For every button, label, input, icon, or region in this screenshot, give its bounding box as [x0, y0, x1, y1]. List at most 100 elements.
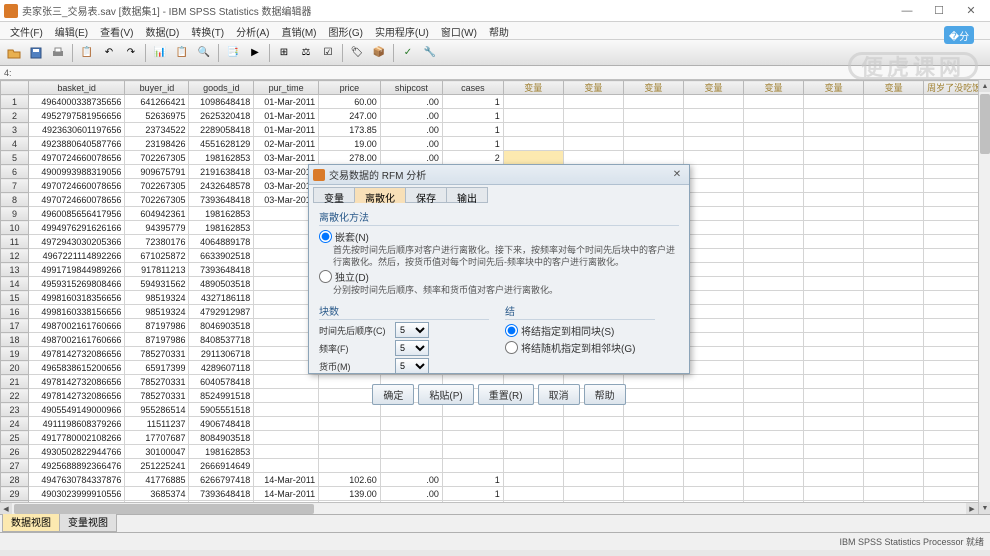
grid-cell[interactable]: 1 — [442, 137, 503, 151]
grid-cell[interactable] — [804, 417, 864, 431]
grid-cell[interactable] — [683, 277, 743, 291]
grid-cell[interactable]: 6266797418 — [189, 473, 254, 487]
row-header[interactable]: 23 — [1, 403, 29, 417]
grid-cell[interactable] — [804, 347, 864, 361]
dialog-tab[interactable]: 变量 — [313, 187, 355, 203]
row-header[interactable]: 27 — [1, 459, 29, 473]
grid-cell[interactable]: 4327186118 — [189, 291, 254, 305]
grid-cell[interactable] — [864, 95, 924, 109]
grid-cell[interactable] — [683, 319, 743, 333]
grid-cell[interactable] — [563, 151, 623, 165]
row-header[interactable]: 24 — [1, 417, 29, 431]
row-header[interactable]: 21 — [1, 375, 29, 389]
grid-cell[interactable]: 87197986 — [125, 319, 189, 333]
radio-nested[interactable] — [319, 230, 332, 243]
grid-cell[interactable] — [743, 431, 803, 445]
grid-cell[interactable]: 23734522 — [125, 123, 189, 137]
grid-cell[interactable] — [864, 179, 924, 193]
grid-cell[interactable] — [442, 445, 503, 459]
grid-cell[interactable]: 52636975 — [125, 109, 189, 123]
grid-cell[interactable]: 19.00 — [319, 137, 381, 151]
grid-cell[interactable] — [743, 221, 803, 235]
grid-cell[interactable]: 98519324 — [125, 305, 189, 319]
tab-data-view[interactable]: 数据视图 — [2, 511, 60, 532]
grid-cell[interactable] — [563, 431, 623, 445]
grid-cell[interactable] — [864, 249, 924, 263]
grid-cell[interactable]: 6633902518 — [189, 249, 254, 263]
grid-cell[interactable] — [743, 487, 803, 501]
grid-cell[interactable] — [683, 235, 743, 249]
grid-cell[interactable]: 4960085656417956 — [28, 207, 124, 221]
grid-cell[interactable]: 11511237 — [125, 417, 189, 431]
grid-cell[interactable]: 87197986 — [125, 333, 189, 347]
column-header[interactable]: goods_id — [189, 81, 254, 95]
column-header[interactable]: shipcost — [380, 81, 442, 95]
horizontal-scrollbar[interactable]: ◀ ▶ — [0, 502, 978, 514]
grid-cell[interactable]: 102.60 — [319, 473, 381, 487]
grid-cell[interactable]: 4987002161760666 — [28, 333, 124, 347]
grid-cell[interactable]: 173.85 — [319, 123, 381, 137]
grid-cell[interactable]: .00 — [380, 151, 442, 165]
sets-icon[interactable]: 📦 — [369, 43, 389, 63]
grid-cell[interactable] — [683, 249, 743, 263]
grid-cell[interactable]: 02-Mar-2011 — [254, 137, 319, 151]
grid-cell[interactable] — [743, 235, 803, 249]
grid-cell[interactable] — [804, 193, 864, 207]
grid-cell[interactable]: 1 — [442, 109, 503, 123]
grid-cell[interactable] — [804, 403, 864, 417]
grid-cell[interactable]: 8046903518 — [189, 319, 254, 333]
column-header[interactable]: pur_time — [254, 81, 319, 95]
grid-cell[interactable]: 785270331 — [125, 375, 189, 389]
grid-cell[interactable]: 278.00 — [319, 151, 381, 165]
grid-cell[interactable]: 2 — [442, 151, 503, 165]
grid-cell[interactable]: 4978142732086656 — [28, 375, 124, 389]
grid-cell[interactable] — [683, 291, 743, 305]
grid-cell[interactable] — [503, 123, 563, 137]
grid-cell[interactable] — [683, 193, 743, 207]
grid-cell[interactable]: 4792912987 — [189, 305, 254, 319]
grid-cell[interactable]: .00 — [380, 137, 442, 151]
grid-cell[interactable] — [683, 109, 743, 123]
grid-cell[interactable]: 909675791 — [125, 165, 189, 179]
grid-cell[interactable]: 8084903518 — [189, 431, 254, 445]
grid-cell[interactable] — [563, 123, 623, 137]
grid-cell[interactable] — [503, 431, 563, 445]
grid-cell[interactable] — [623, 109, 683, 123]
row-header[interactable]: 28 — [1, 473, 29, 487]
grid-cell[interactable] — [319, 431, 381, 445]
grid-cell[interactable] — [864, 333, 924, 347]
run-icon[interactable]: ▶ — [245, 43, 265, 63]
row-header[interactable]: 1 — [1, 95, 29, 109]
grid-cell[interactable] — [743, 123, 803, 137]
grid-cell[interactable]: 198162853 — [189, 207, 254, 221]
dialog-button[interactable]: 重置(R) — [478, 384, 534, 405]
grid-cell[interactable] — [864, 473, 924, 487]
grid-cell[interactable]: 41776885 — [125, 473, 189, 487]
grid-cell[interactable] — [743, 249, 803, 263]
grid-cell[interactable] — [743, 473, 803, 487]
grid-cell[interactable]: 4903023999910556 — [28, 487, 124, 501]
grid-cell[interactable]: 6040578418 — [189, 375, 254, 389]
menu-item[interactable]: 编辑(E) — [49, 22, 94, 39]
goto-icon[interactable]: 📊 — [150, 43, 170, 63]
dialog-button[interactable]: 确定 — [372, 384, 414, 405]
row-header[interactable]: 12 — [1, 249, 29, 263]
grid-cell[interactable] — [804, 389, 864, 403]
select-icon[interactable]: ☑ — [318, 43, 338, 63]
column-header[interactable]: 变量 — [563, 81, 623, 95]
grid-cell[interactable] — [743, 459, 803, 473]
monetary-select[interactable]: 5 — [395, 358, 429, 374]
frequency-select[interactable]: 5 — [395, 340, 429, 356]
scroll-down-icon[interactable]: ▼ — [979, 502, 990, 514]
grid-cell[interactable] — [623, 431, 683, 445]
row-header[interactable]: 9 — [1, 207, 29, 221]
row-header[interactable]: 26 — [1, 445, 29, 459]
grid-cell[interactable]: 4998160338156656 — [28, 305, 124, 319]
grid-cell[interactable] — [743, 333, 803, 347]
menu-item[interactable]: 帮助 — [483, 22, 515, 39]
grid-cell[interactable] — [864, 459, 924, 473]
grid-cell[interactable] — [563, 473, 623, 487]
grid-cell[interactable] — [804, 459, 864, 473]
grid-cell[interactable] — [864, 207, 924, 221]
grid-cell[interactable]: 4917780002108266 — [28, 431, 124, 445]
